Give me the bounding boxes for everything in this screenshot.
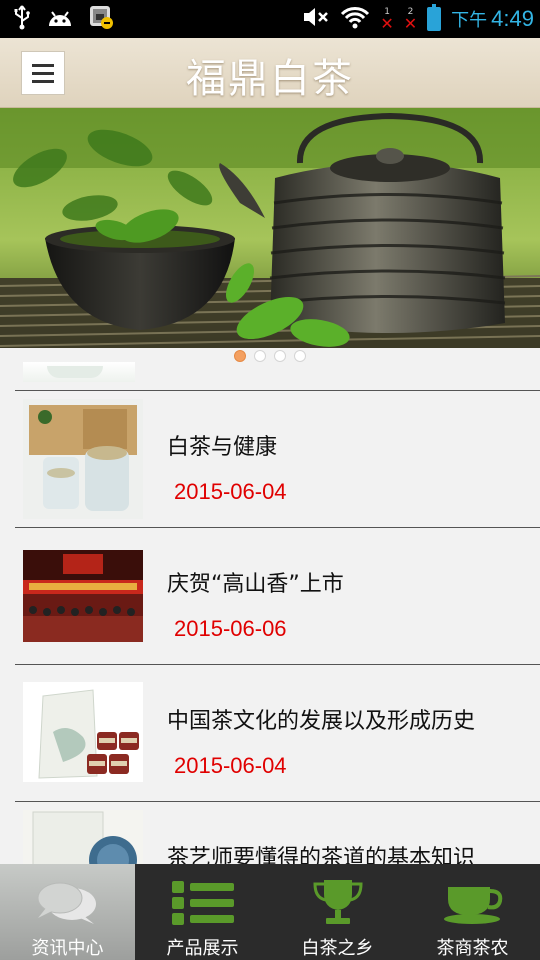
list-item-thumbnail [23, 682, 143, 782]
tab-label: 白茶之乡 [301, 938, 374, 959]
tab-label: 资讯中心 [31, 938, 104, 959]
tab-white-tea-hometown[interactable]: 白茶之乡 [270, 864, 405, 960]
carousel-dot[interactable] [294, 350, 306, 362]
usb-icon [12, 4, 32, 34]
chat-bubbles-icon [36, 880, 100, 926]
app-screen: 1 ✕ 2 ✕ 下午 4:49 福鼎白茶 白茶与健康 2015-06-04 庆贺… [0, 0, 540, 960]
tab-products[interactable]: 产品展示 [135, 864, 270, 960]
android-icon [46, 6, 74, 32]
list-item-title: 庆贺“高山香”上市 [167, 572, 344, 597]
bottom-navigation: 资讯中心 产品展示 白茶之乡 茶商茶农 [0, 864, 540, 960]
tab-news-center[interactable]: 资讯中心 [0, 864, 135, 960]
list-item[interactable]: 白茶与健康 2015-06-04 [15, 391, 540, 528]
tab-tea-merchants[interactable]: 茶商茶农 [405, 864, 540, 960]
carousel-dot[interactable] [274, 350, 286, 362]
list-item-thumbnail [23, 810, 143, 864]
page-title: 福鼎白茶 [186, 56, 354, 102]
banner-carousel[interactable] [0, 108, 540, 348]
sim2-no-signal-icon: 2 ✕ [403, 7, 418, 33]
list-item-thumbnail [23, 399, 143, 519]
clock: 下午 4:49 [451, 6, 534, 32]
list-item-thumbnail [23, 362, 135, 382]
carousel-dot[interactable] [254, 350, 266, 362]
mute-icon [302, 5, 330, 33]
clock-time: 4:49 [491, 6, 534, 31]
list-item-thumbnail [23, 550, 143, 642]
trophy-icon [312, 880, 364, 926]
news-list[interactable]: 白茶与健康 2015-06-04 庆贺“高山香”上市 2015-06-06 中国… [0, 362, 540, 864]
carousel-dot[interactable] [234, 350, 246, 362]
list-item-date: 2015-06-04 [174, 753, 287, 778]
list-item-date: 2015-06-06 [174, 616, 287, 641]
list-item[interactable]: 庆贺“高山香”上市 2015-06-06 [15, 528, 540, 665]
app-header: 福鼎白茶 [0, 38, 540, 108]
clock-ampm: 下午 [451, 10, 488, 30]
wifi-icon [340, 5, 370, 33]
sim1-no-signal-icon: 1 ✕ [380, 7, 394, 33]
list-item[interactable]: 茶艺师要懂得的茶道的基本知识 [15, 802, 540, 864]
tab-label: 茶商茶农 [436, 938, 509, 959]
security-shield-icon [88, 4, 114, 34]
tab-label: 产品展示 [166, 938, 239, 959]
battery-icon [427, 4, 442, 31]
list-item-title: 中国茶文化的发展以及形成历史 [167, 709, 476, 734]
status-bar: 1 ✕ 2 ✕ 下午 4:49 [0, 0, 540, 38]
list-icon [171, 880, 234, 926]
list-item-date: 2015-06-04 [174, 479, 287, 504]
list-item[interactable]: 中国茶文化的发展以及形成历史 2015-06-04 [15, 665, 540, 802]
list-item-partial[interactable] [15, 362, 540, 391]
list-item-title: 白茶与健康 [167, 435, 278, 460]
list-item-title: 茶艺师要懂得的茶道的基本知识 [167, 846, 476, 864]
banner-teapot-image [0, 108, 540, 348]
teacup-icon [442, 880, 504, 926]
